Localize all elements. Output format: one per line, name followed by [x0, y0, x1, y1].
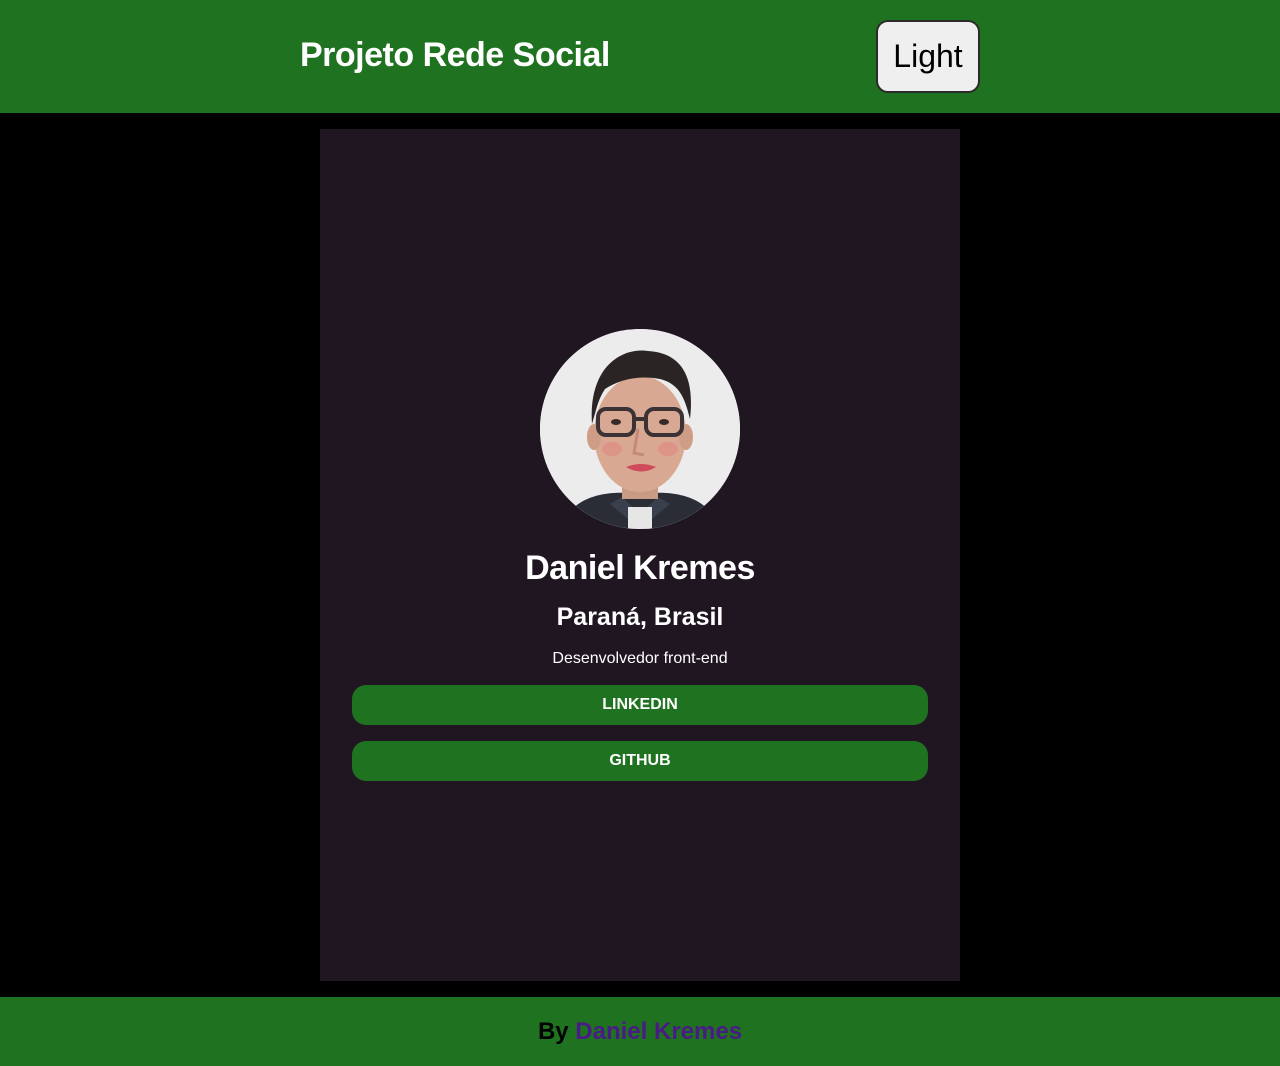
profile-photo-icon: [540, 329, 740, 529]
github-button[interactable]: GITHUB: [352, 741, 928, 781]
footer-by-label: By: [537, 1018, 569, 1045]
profile-card: Daniel Kremes Paraná, Brasil Desenvolved…: [320, 129, 960, 981]
linkedin-button[interactable]: LINKEDIN: [352, 685, 928, 725]
profile-location: Paraná, Brasil: [556, 603, 724, 631]
profile-role: Desenvolvedor front-end: [552, 650, 728, 667]
footer-author-link[interactable]: Daniel Kremes: [575, 1018, 742, 1045]
avatar: [540, 329, 740, 529]
page: Projeto Rede Social Light Daniel Kremes …: [0, 0, 1280, 1066]
top-header: Projeto Rede Social Light: [0, 0, 1280, 113]
footer: By Daniel Kremes: [0, 997, 1280, 1066]
theme-toggle-button[interactable]: Light: [876, 20, 980, 93]
profile-name: Daniel Kremes: [525, 549, 755, 587]
page-title: Projeto Rede Social: [300, 36, 610, 74]
